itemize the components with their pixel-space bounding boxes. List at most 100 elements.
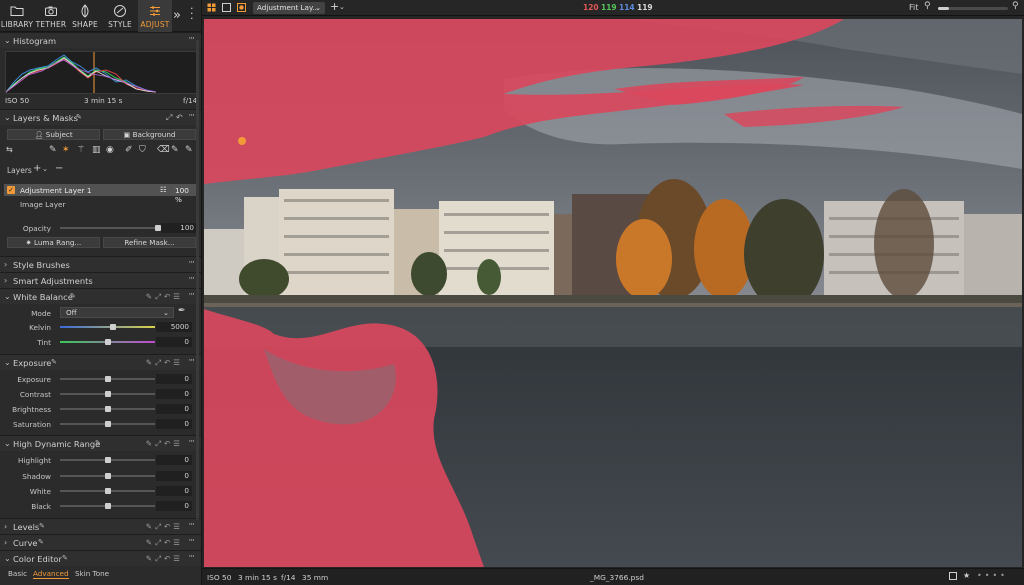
smart-adjustments-header[interactable]: › Smart Adjustments ··· — [0, 272, 201, 288]
histogram-header[interactable]: ⌄ Histogram ··· — [0, 32, 201, 48]
layer-row-image[interactable]: Image Layer — [20, 200, 66, 209]
tab-style[interactable]: STYLE — [102, 0, 138, 32]
tab-shape[interactable]: SHAPE — [68, 0, 102, 32]
more-icon[interactable]: ··· — [188, 536, 195, 546]
eyedropper-icon[interactable]: ✒ — [178, 306, 186, 316]
highlight-value[interactable]: 0 — [156, 455, 192, 465]
subject-mask-button[interactable]: 👤︎ Subject — [7, 129, 100, 140]
shadow-slider-knob[interactable] — [105, 473, 111, 479]
magic-brush-icon[interactable]: ✶ — [62, 145, 70, 155]
add-layer-icon[interactable]: + — [33, 163, 41, 174]
black-slider-knob[interactable] — [105, 503, 111, 509]
magic-wand-icon[interactable]: ⚚ — [77, 145, 85, 155]
chevron-down-icon[interactable]: ⌄ — [339, 3, 345, 11]
refine-brush-icon[interactable]: ✎ — [171, 145, 179, 155]
color-tag-icon[interactable] — [949, 572, 957, 580]
shadow-value[interactable]: 0 — [156, 471, 192, 481]
panel-scrollbar[interactable] — [196, 40, 199, 520]
tint-value[interactable]: 0 — [156, 337, 192, 347]
contrast-slider-knob[interactable] — [105, 391, 111, 397]
fill-mask-icon[interactable]: ⛉ — [139, 145, 146, 155]
color-editor-header[interactable]: ⌄ Color Editor ✎ ✎⤢↶☰ ··· — [0, 550, 201, 566]
kebab-menu-icon[interactable]: · · · — [190, 3, 194, 24]
levels-header[interactable]: › Levels ✎ ✎⤢↶☰ ··· — [0, 518, 201, 534]
grid-view-icon[interactable] — [207, 3, 216, 12]
section-tools-icon[interactable]: ✎⤢↶☰ — [146, 538, 183, 548]
rating-dots[interactable]: •••• — [977, 571, 1008, 580]
color-editor-tab-advanced[interactable]: Advanced — [33, 569, 69, 579]
refine-edge-icon[interactable]: ✎ — [185, 145, 193, 155]
image-viewer[interactable] — [202, 16, 1024, 568]
layer-checkbox[interactable]: ✓ — [7, 186, 15, 194]
hdr-header[interactable]: ⌄ High Dynamic Range ✎ ✎⤢↶☰ ··· — [0, 435, 201, 451]
chevron-down-icon[interactable]: ⌄ — [42, 165, 48, 173]
saturation-slider-knob[interactable] — [105, 421, 111, 427]
kelvin-value[interactable]: 5000 — [156, 322, 192, 332]
color-editor-tab-skin-tone[interactable]: Skin Tone — [75, 569, 109, 578]
tint-slider-knob[interactable] — [105, 339, 111, 345]
exposure-header[interactable]: ⌄ Exposure ✎ ✎⤢↶☰ ··· — [0, 354, 201, 370]
kelvin-slider-knob[interactable] — [110, 324, 116, 330]
brightness-slider-knob[interactable] — [105, 406, 111, 412]
expand-icon[interactable]: ⤢ — [166, 113, 172, 123]
remove-layer-icon[interactable]: − — [55, 163, 63, 174]
zoom-fit-label[interactable]: Fit — [909, 3, 918, 12]
zoom-slider[interactable] — [938, 7, 1008, 10]
photo-canvas[interactable] — [204, 19, 1022, 567]
radial-gradient-icon[interactable]: ◉ — [106, 145, 114, 155]
black-value[interactable]: 0 — [156, 501, 192, 511]
highlight-slider-knob[interactable] — [105, 457, 111, 463]
tab-tether[interactable]: TETHER — [34, 0, 68, 32]
layer-settings-icon[interactable]: ☷ — [160, 185, 167, 194]
section-tools-icon[interactable]: ✎⤢↶☰ — [146, 439, 183, 449]
layer-dropdown[interactable]: Adjustment Lay... ⌄ — [253, 2, 325, 14]
more-icon[interactable]: ··· — [188, 258, 195, 268]
more-icon[interactable]: ··· — [188, 290, 195, 300]
erase-mask-icon[interactable]: ⌫ — [157, 145, 170, 155]
section-tools-icon[interactable]: ✎⤢↶☰ — [146, 292, 183, 302]
exposure-slider-knob[interactable] — [105, 376, 111, 382]
add-layer-icon[interactable]: + — [330, 0, 339, 13]
mask-handle[interactable] — [238, 137, 246, 145]
more-icon[interactable]: ··· — [188, 437, 195, 447]
layer-row-adjustment[interactable]: ✓ Adjustment Layer 1 ☷ 100 % — [4, 184, 198, 204]
opacity-slider[interactable] — [60, 227, 160, 229]
swap-icon[interactable]: ⇆ — [6, 145, 13, 154]
more-icon[interactable]: ··· — [188, 274, 195, 284]
eraser-icon[interactable]: ✐ — [125, 145, 133, 155]
zoom-out-icon[interactable]: ⚲ — [924, 1, 931, 11]
exposure-value[interactable]: 0 — [156, 374, 192, 384]
layers-masks-header[interactable]: ⌄ Layers & Masks ✎ ⤢ ↶ ··· — [0, 109, 201, 125]
kelvin-slider[interactable] — [60, 326, 155, 328]
curve-header[interactable]: › Curve ✎ ✎⤢↶☰ ··· — [0, 534, 201, 550]
tab-adjust[interactable]: ADJUST — [138, 0, 172, 32]
star-rating-icon[interactable]: ★ — [963, 571, 970, 580]
more-icon[interactable]: ··· — [188, 552, 195, 562]
white-balance-header[interactable]: ⌄ White Balance ✎ ✎⤢↶☰ ··· — [0, 288, 201, 304]
section-tools-icon[interactable]: ✎⤢↶☰ — [146, 554, 183, 564]
more-icon[interactable]: ··· — [188, 34, 195, 44]
brightness-value[interactable]: 0 — [156, 404, 192, 414]
white-value[interactable]: 0 — [156, 486, 192, 496]
tab-library[interactable]: LIBRARY — [0, 0, 34, 32]
wb-mode-select[interactable]: Off ⌄ — [60, 307, 174, 318]
style-brushes-header[interactable]: › Style Brushes ··· — [0, 256, 201, 272]
section-tools-icon[interactable]: ✎⤢↶☰ — [146, 522, 183, 532]
more-icon[interactable]: ··· — [188, 111, 195, 121]
more-tabs-icon[interactable]: » — [173, 8, 181, 23]
white-slider-knob[interactable] — [105, 488, 111, 494]
saturation-value[interactable]: 0 — [156, 419, 192, 429]
color-editor-tab-basic[interactable]: Basic — [8, 569, 27, 578]
section-tools-icon[interactable]: ✎⤢↶☰ — [146, 358, 183, 368]
luma-range-button[interactable]: ✷ Luma Rang... — [7, 237, 100, 248]
reset-icon[interactable]: ↶ — [176, 113, 183, 122]
more-icon[interactable]: ··· — [188, 356, 195, 366]
refine-mask-button[interactable]: Refine Mask... — [103, 237, 196, 248]
more-icon[interactable]: ··· — [188, 520, 195, 530]
linear-gradient-icon[interactable]: ▥ — [92, 145, 101, 155]
opacity-value[interactable]: 100 — [161, 223, 197, 233]
zoom-in-icon[interactable]: ⚲ — [1012, 1, 1019, 11]
contrast-value[interactable]: 0 — [156, 389, 192, 399]
single-view-icon[interactable] — [222, 3, 231, 12]
background-mask-button[interactable]: ▣ Background — [103, 129, 196, 140]
